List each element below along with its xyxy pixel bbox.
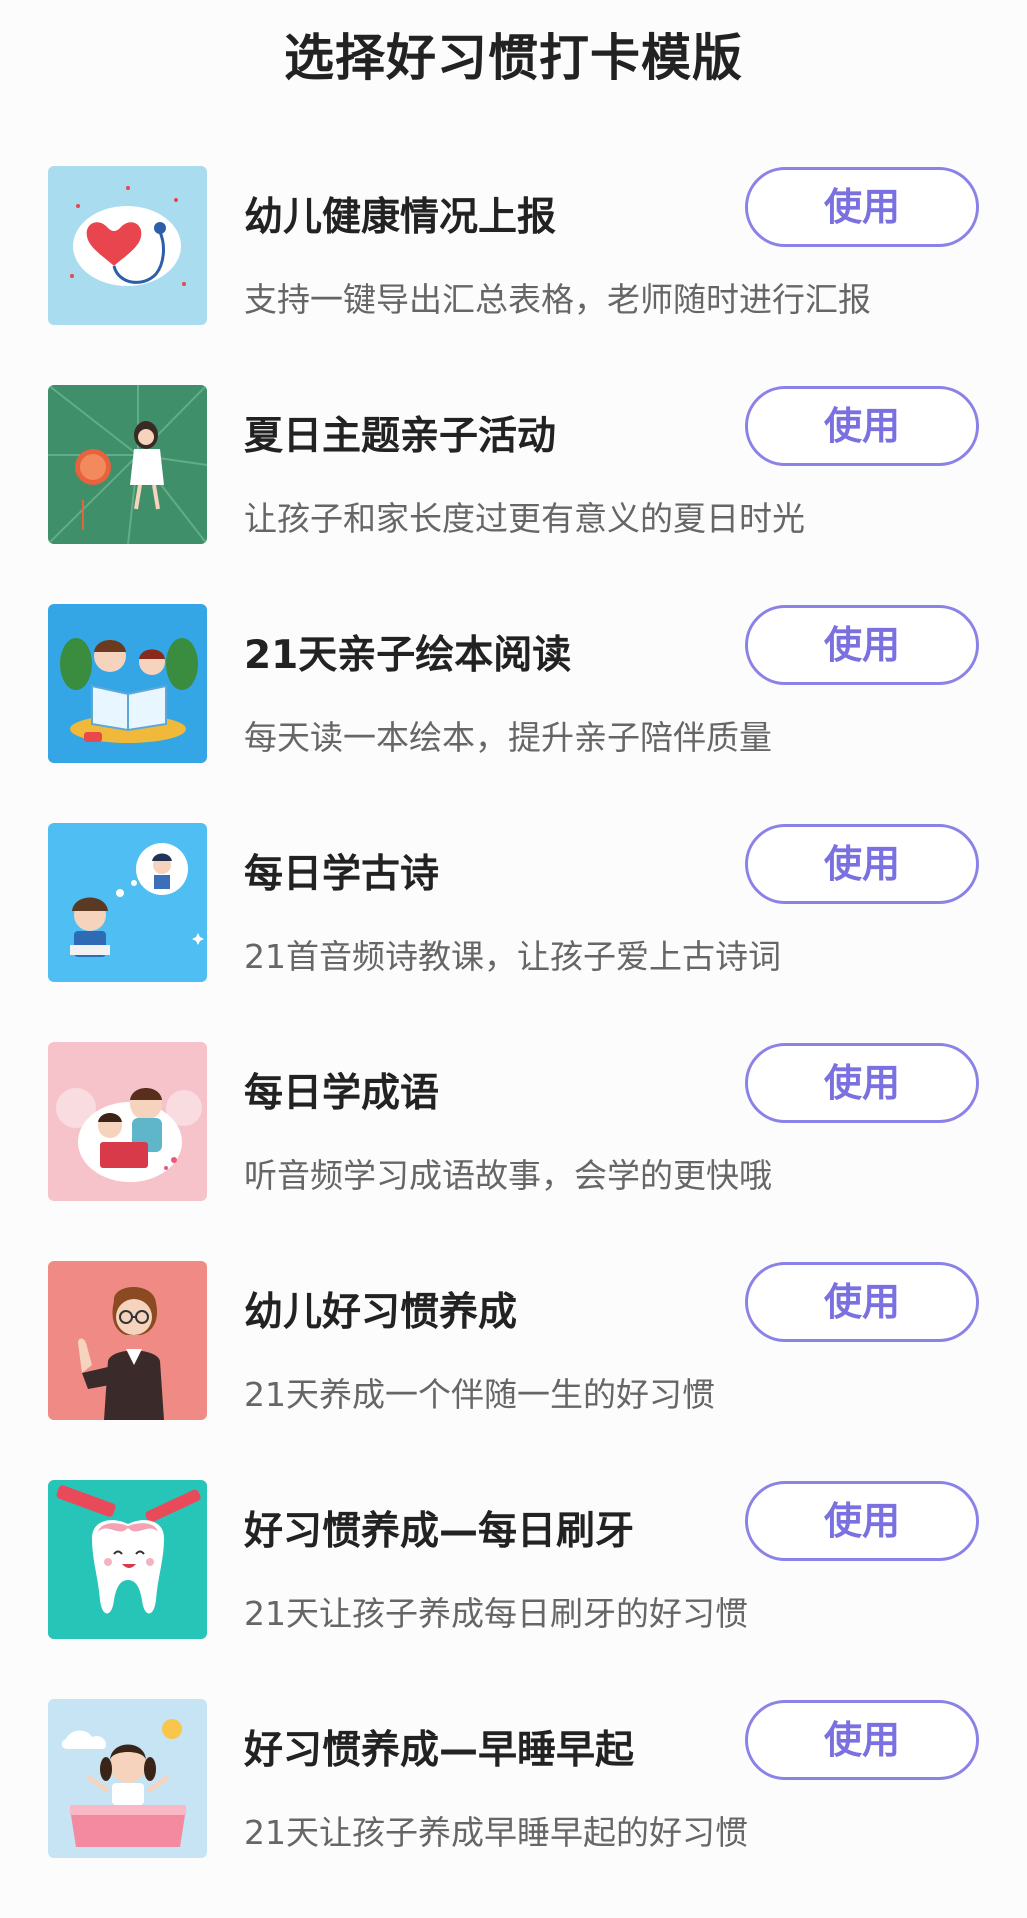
template-title: 幼儿好习惯养成 [244, 1290, 518, 1335]
template-item[interactable]: 每日学成语 听音频学习成语故事，会学的更快哦 使用 [0, 1042, 1027, 1261]
template-item[interactable]: 好习惯养成—每日刷牙 21天让孩子养成每日刷牙的好习惯 使用 [0, 1480, 1027, 1699]
template-description: 支持一键导出汇总表格，老师随时进行汇报 [244, 280, 871, 319]
use-button[interactable]: 使用 [745, 1700, 979, 1780]
use-button[interactable]: 使用 [745, 1262, 979, 1342]
use-button[interactable]: 使用 [745, 824, 979, 904]
template-description: 21天让孩子养成每日刷牙的好习惯 [244, 1594, 748, 1633]
template-description: 听音频学习成语故事，会学的更快哦 [244, 1156, 772, 1195]
template-title: 夏日主题亲子活动 [244, 414, 557, 459]
template-item[interactable]: 每日学古诗 21首音频诗教课，让孩子爱上古诗词 使用 [0, 823, 1027, 1042]
template-item[interactable]: 夏日主题亲子活动 让孩子和家长度过更有意义的夏日时光 使用 [0, 385, 1027, 604]
template-title: 21天亲子绘本阅读 [244, 633, 572, 678]
use-button[interactable]: 使用 [745, 605, 979, 685]
use-button[interactable]: 使用 [745, 386, 979, 466]
use-button[interactable]: 使用 [745, 1481, 979, 1561]
template-description: 21天养成一个伴随一生的好习惯 [244, 1375, 715, 1414]
teacher-icon [48, 1261, 207, 1420]
parent-child-idiom-icon [48, 1042, 207, 1201]
template-title: 幼儿健康情况上报 [244, 195, 557, 240]
template-title: 好习惯养成—早睡早起 [244, 1728, 635, 1773]
template-description: 每天读一本绘本，提升亲子陪伴质量 [244, 718, 772, 757]
template-title: 每日学成语 [244, 1071, 440, 1116]
template-item[interactable]: 好习惯养成—早睡早起 21天让孩子养成早睡早起的好习惯 使用 [0, 1699, 1027, 1918]
summer-girl-icon [48, 385, 207, 544]
template-item[interactable]: 幼儿健康情况上报 支持一键导出汇总表格，老师随时进行汇报 使用 [0, 166, 1027, 385]
use-button[interactable]: 使用 [745, 1043, 979, 1123]
template-list: 幼儿健康情况上报 支持一键导出汇总表格，老师随时进行汇报 使用 夏日主题亲子活动… [0, 166, 1027, 1918]
template-item[interactable]: 幼儿好习惯养成 21天养成一个伴随一生的好习惯 使用 [0, 1261, 1027, 1480]
page-title: 选择好习惯打卡模版 [284, 29, 743, 87]
use-button[interactable]: 使用 [745, 167, 979, 247]
template-description: 21天让孩子养成早睡早起的好习惯 [244, 1813, 748, 1852]
template-description: 21首音频诗教课，让孩子爱上古诗词 [244, 937, 781, 976]
template-item[interactable]: 21天亲子绘本阅读 每天读一本绘本，提升亲子陪伴质量 使用 [0, 604, 1027, 823]
boy-poetry-icon [48, 823, 207, 982]
template-title: 每日学古诗 [244, 852, 440, 897]
heart-stethoscope-icon [48, 166, 207, 325]
kids-reading-icon [48, 604, 207, 763]
template-description: 让孩子和家长度过更有意义的夏日时光 [244, 499, 805, 538]
template-title: 好习惯养成—每日刷牙 [244, 1509, 635, 1554]
tooth-icon [48, 1480, 207, 1639]
girl-wakeup-icon [48, 1699, 207, 1858]
